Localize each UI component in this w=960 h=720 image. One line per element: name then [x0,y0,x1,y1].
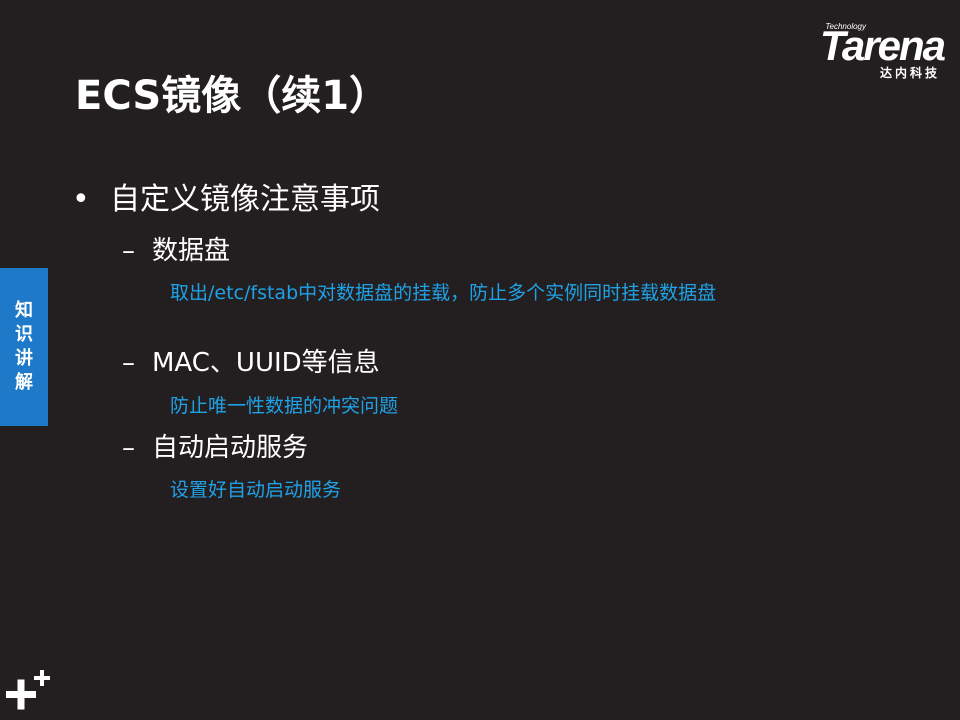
main-bullet: • 自定义镜像注意事项 [72,180,380,220]
dash-marker: – [122,433,135,463]
dash-marker: – [122,236,135,266]
sub-item-label: MAC、UUID等信息 [152,348,380,378]
sub-item-label: 数据盘 [152,236,231,266]
plus-plus-icon [6,670,50,710]
slide-title: ECS镜像（续1） [75,73,390,119]
side-tab-char: 识 [15,324,33,345]
sub-item-label: 自动启动服务 [152,433,309,463]
logo-brand-text: Tarena [819,22,946,69]
sub-item: – MAC、UUID等信息 [122,346,380,380]
side-tab-char: 知 [15,300,33,321]
logo-cn-text: 达内科技 [879,66,940,80]
sub-item: – 数据盘 [122,234,230,268]
tarena-logo: Technology Tarena 达内科技 [779,22,946,84]
slide: Technology Tarena 达内科技 ECS镜像（续1） 知 识 讲 解… [0,0,960,720]
side-tab: 知 识 讲 解 [0,268,48,426]
side-tab-char: 解 [15,372,33,393]
sub-item-detail: 防止唯一性数据的冲突问题 [170,395,399,417]
bullet-text: 自定义镜像注意事项 [110,182,380,217]
sub-item: – 自动启动服务 [122,431,308,465]
bullet-marker: • [72,182,90,217]
dash-marker: – [122,348,135,378]
sub-item-detail: 取出/etc/fstab中对数据盘的挂载，防止多个实例同时挂载数据盘 [170,282,717,304]
sub-item-detail: 设置好自动启动服务 [170,479,342,501]
side-tab-char: 讲 [15,348,33,369]
